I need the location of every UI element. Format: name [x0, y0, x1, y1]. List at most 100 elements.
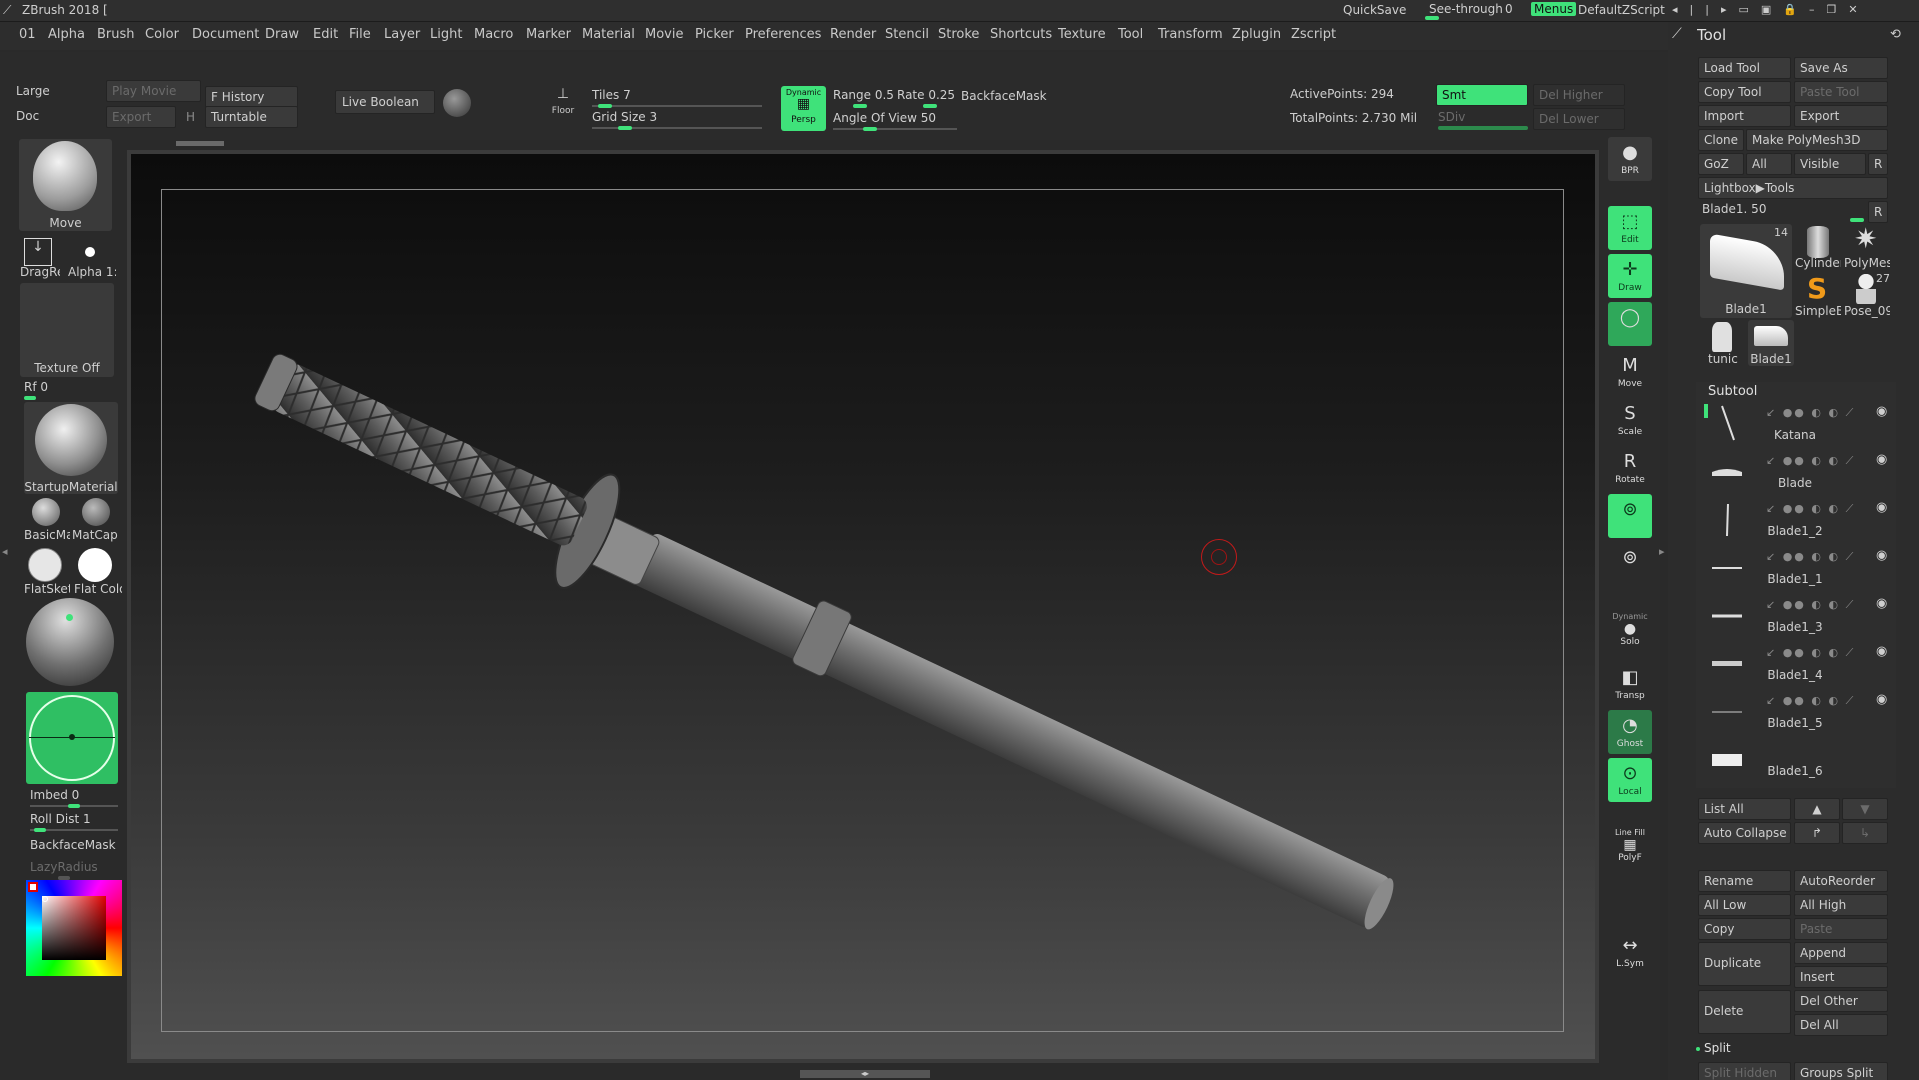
katana-model[interactable]: [131, 154, 1595, 1059]
all-high-button[interactable]: All High: [1794, 894, 1888, 916]
forward-arrow-button[interactable]: ↱: [1794, 822, 1840, 844]
clone-button[interactable]: Clone: [1698, 129, 1744, 151]
sculpt-s-button[interactable]: ⊚: [1608, 494, 1652, 538]
goz-r-button[interactable]: R: [1868, 153, 1888, 175]
subtool-mode-icons[interactable]: ↙ ●● ◐ ◐ ⟋: [1766, 502, 1855, 516]
main-color-swatch[interactable]: [28, 882, 38, 892]
document-canvas[interactable]: [127, 150, 1599, 1063]
menu-picker[interactable]: Picker: [695, 27, 734, 42]
f-history-button[interactable]: F History: [205, 86, 298, 108]
copy-button[interactable]: Copy: [1698, 918, 1791, 940]
goz-all-button[interactable]: All: [1746, 153, 1792, 175]
boolean-sphere-icon[interactable]: [443, 89, 471, 117]
grid-size-slider[interactable]: Grid Size 3: [592, 110, 762, 130]
insert-button[interactable]: Insert: [1794, 966, 1888, 988]
scale-button[interactable]: S Scale: [1608, 398, 1652, 442]
goz-visible-button[interactable]: Visible: [1794, 153, 1866, 175]
subtool-item[interactable]: ↙ ●● ◐ ◐ ⟋ ◉ Blade1_4: [1700, 640, 1894, 688]
lock-icon[interactable]: 🔒: [1783, 3, 1809, 16]
quicksave-button[interactable]: QuickSave: [1343, 3, 1406, 17]
tool-thumb-cylinder[interactable]: Cylinder: [1795, 224, 1841, 270]
matcap-button[interactable]: MatCap: [72, 498, 122, 544]
flat-sketch-button[interactable]: FlatSket: [22, 548, 70, 596]
subtool-mode-icons[interactable]: ↙ ●● ◐ ◐ ⟋: [1766, 646, 1855, 660]
maximize-icon[interactable]: ❐: [1826, 3, 1848, 16]
tool-thumb-pose09[interactable]: 27 Pose_09: [1842, 272, 1890, 318]
eye-icon[interactable]: ◉: [1876, 452, 1887, 467]
menu-draw[interactable]: Draw: [265, 27, 299, 42]
subtool-item[interactable]: ↙ ●● ◐ ◐ ⟋ ◉ Blade1_5: [1700, 688, 1894, 736]
play-movie-button[interactable]: Play Movie: [106, 80, 201, 102]
tool-thumb-simplebrush[interactable]: S SimpleB: [1795, 272, 1841, 318]
brush-button[interactable]: Move: [19, 139, 112, 231]
persp-button[interactable]: Dynamic ▦ Persp: [781, 86, 826, 131]
h-button[interactable]: H: [186, 110, 195, 124]
menu-render[interactable]: Render: [830, 27, 876, 42]
menu-preferences[interactable]: Preferences: [745, 27, 821, 42]
sculpt-d-button[interactable]: ⊚: [1608, 542, 1652, 586]
solo-button[interactable]: Dynamic ● Solo: [1608, 610, 1652, 654]
transp-button[interactable]: ◧ Transp: [1608, 662, 1652, 706]
menu-01[interactable]: 01: [19, 27, 36, 42]
gizmo-button[interactable]: ◯: [1608, 302, 1652, 346]
menu-brush[interactable]: Brush: [97, 27, 135, 42]
menu-color[interactable]: Color: [145, 27, 179, 42]
light-sphere[interactable]: [26, 598, 114, 686]
close-icon[interactable]: ✕: [1848, 3, 1869, 16]
menu-document[interactable]: Document: [192, 27, 259, 42]
local-button[interactable]: ⊙ Local: [1608, 758, 1652, 802]
subtool-item[interactable]: ↙ ●● ◐ ◐ ⟋ ◉ Blade1_3: [1700, 592, 1894, 640]
imbed-slider[interactable]: Imbed 0: [30, 788, 118, 808]
paste-button[interactable]: Paste: [1794, 918, 1888, 940]
del-other-button[interactable]: Del Other: [1794, 990, 1888, 1012]
make-polymesh-button[interactable]: Make PolyMesh3D: [1746, 129, 1888, 151]
menu-file[interactable]: File: [349, 27, 371, 42]
draw-button[interactable]: ✛ Draw: [1608, 254, 1652, 298]
alpha-button[interactable]: Alpha 1:: [66, 236, 116, 279]
subtool-item[interactable]: ↙ ●● ◐ ◐ ⟋ ◉ Blade: [1700, 448, 1894, 496]
menu-zplugin[interactable]: Zplugin: [1232, 27, 1281, 42]
tool-thumb-blade1-small[interactable]: Blade1: [1748, 320, 1794, 366]
delete-button[interactable]: Delete: [1698, 990, 1791, 1034]
menu-edit[interactable]: Edit: [313, 27, 338, 42]
doc-button[interactable]: Doc: [16, 109, 39, 123]
bottom-tray-handle[interactable]: ◂▸: [800, 1070, 930, 1078]
export-tool-button[interactable]: Export: [1794, 105, 1888, 127]
right-tray-arrow-icon[interactable]: ▸: [1659, 545, 1665, 558]
tool-thumb-blade1[interactable]: 14 Blade1: [1700, 224, 1792, 318]
menu-marker[interactable]: Marker: [526, 27, 571, 42]
split-header[interactable]: Split: [1704, 1041, 1731, 1055]
eye-icon[interactable]: ◉: [1876, 500, 1887, 515]
polyf-button[interactable]: Line Fill ▦ PolyF: [1608, 826, 1652, 870]
lsym-button[interactable]: ↔ L.Sym: [1608, 930, 1652, 974]
eye-icon[interactable]: ◉: [1876, 404, 1887, 419]
menu-tool[interactable]: Tool: [1118, 27, 1143, 42]
subtool-mode-icons[interactable]: ↙ ●● ◐ ◐ ⟋: [1766, 598, 1855, 612]
see-through-slider[interactable]: See-through 0: [1425, 2, 1515, 20]
default-zscript-button[interactable]: DefaultZScript: [1578, 3, 1665, 17]
menus-button[interactable]: Menus: [1531, 2, 1577, 16]
list-all-button[interactable]: List All: [1698, 798, 1791, 820]
auto-reorder-button[interactable]: AutoReorder: [1794, 870, 1888, 892]
material-button[interactable]: StartupMaterial: [24, 402, 118, 494]
panel-reset-icon[interactable]: ⟲: [1890, 27, 1901, 42]
subtool-item[interactable]: Blade1_6: [1700, 736, 1894, 784]
menu-zscript[interactable]: Zscript: [1291, 27, 1336, 42]
layout-right-icon[interactable]: |▸: [1705, 3, 1738, 16]
subtool-mode-icons[interactable]: ↙ ●● ◐ ◐ ⟋: [1766, 406, 1855, 420]
duplicate-button[interactable]: Duplicate: [1698, 942, 1791, 986]
groups-split-button[interactable]: Groups Split: [1794, 1062, 1888, 1080]
roll-dist-slider[interactable]: Roll Dist 1: [30, 812, 118, 832]
gyro-widget[interactable]: [26, 692, 118, 784]
subtool-item[interactable]: ↙ ●● ◐ ◐ ⟋ ◉ Katana: [1700, 400, 1894, 448]
menu-stencil[interactable]: Stencil: [885, 27, 929, 42]
stroke-button[interactable]: ↓ DragRect: [20, 236, 60, 279]
subtool-item[interactable]: ↙ ●● ◐ ◐ ⟋ ◉ Blade1_1: [1700, 544, 1894, 592]
texture-button[interactable]: Texture Off: [20, 283, 114, 377]
del-lower-button[interactable]: Del Lower: [1533, 108, 1625, 130]
menu-alpha[interactable]: Alpha: [48, 27, 85, 42]
rate-slider[interactable]: Rate 0.25: [897, 88, 957, 108]
edit-button[interactable]: ⬚ Edit: [1608, 206, 1652, 250]
menu-layer[interactable]: Layer: [384, 27, 420, 42]
subtool-mode-icons[interactable]: ↙ ●● ◐ ◐ ⟋: [1766, 550, 1855, 564]
